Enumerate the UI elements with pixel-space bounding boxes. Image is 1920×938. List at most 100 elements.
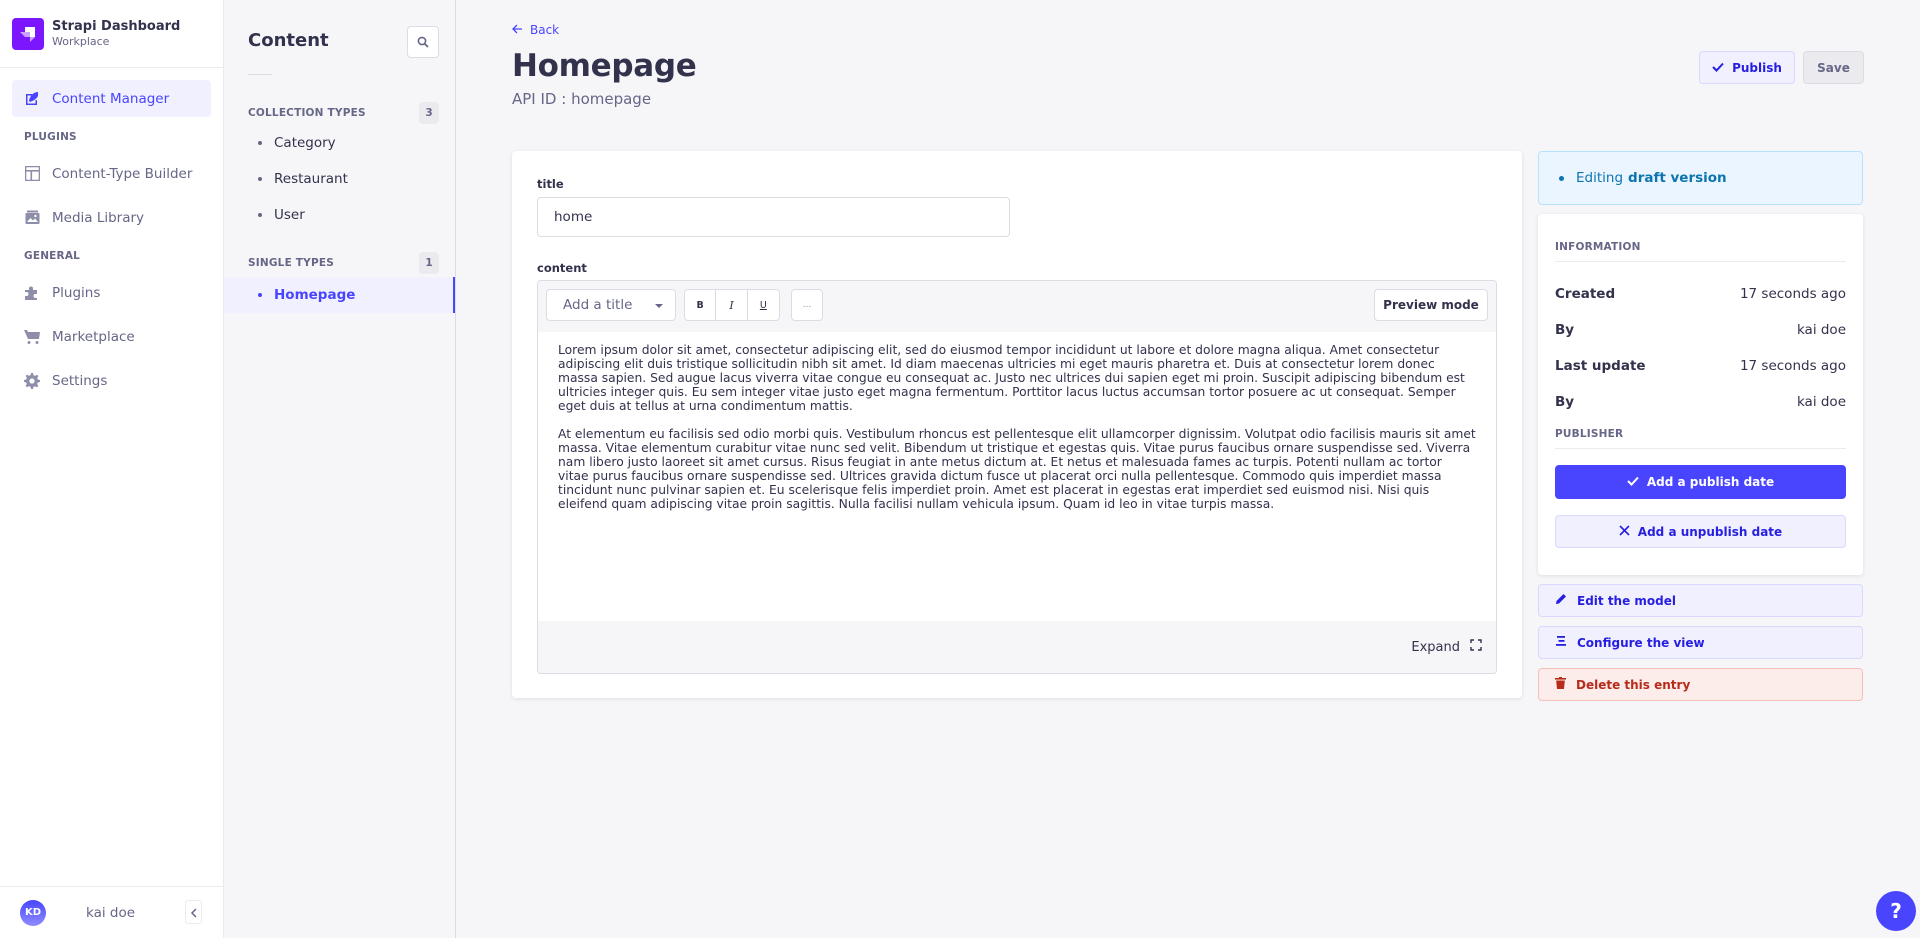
editor-textarea[interactable]: Lorem ipsum dolor sit amet, consectetur … — [538, 332, 1496, 621]
bullet-icon — [258, 141, 262, 145]
more-formats-button[interactable]: ... — [791, 289, 823, 321]
puzzle-icon — [24, 285, 40, 301]
feather-icon — [24, 91, 40, 107]
collection-types-count: 3 — [419, 102, 439, 124]
information-card: INFORMATION Created 17 seconds ago By kai … — [1538, 214, 1863, 575]
api-id: API ID : homepage — [512, 90, 652, 108]
collection-types-header[interactable]: COLLECTION TYPES 3 — [224, 101, 455, 125]
nav-section-plugins: PLUGINS — [24, 131, 77, 143]
editor-paragraph: At elementum eu facilisis sed odio morbi… — [558, 427, 1476, 511]
nav-item-label: Settings — [52, 372, 108, 389]
save-button[interactable]: Save — [1803, 51, 1864, 84]
pencil-icon — [1555, 593, 1577, 608]
info-value: 17 seconds ago — [1739, 286, 1846, 302]
title-field-label: title — [537, 177, 564, 191]
expand-button[interactable]: Expand — [1411, 639, 1482, 655]
nav-item-label: Content-Type Builder — [52, 165, 193, 182]
nav-item-settings[interactable]: Settings — [12, 362, 211, 399]
subnav-item-label: Category — [274, 135, 336, 151]
nav-item-plugins[interactable]: Plugins — [12, 274, 211, 311]
content-field-label: content — [537, 261, 587, 275]
subnav-item-restaurant[interactable]: Restaurant — [224, 161, 455, 197]
nav-item-content-type-builder[interactable]: Content-Type Builder — [12, 155, 211, 192]
bullet-icon — [258, 213, 262, 217]
edit-model-link[interactable]: Edit the model — [1538, 584, 1863, 617]
nav-item-label: Content Manager — [52, 90, 170, 107]
publisher-heading: PUBLISHER — [1555, 428, 1846, 449]
subnav-divider — [248, 74, 272, 75]
draft-prefix: Editing — [1576, 170, 1624, 186]
edit-form-card: title content Add a title B I U ... Prev… — [512, 151, 1522, 698]
subnav-item-label: Homepage — [274, 287, 356, 303]
more-icon: ... — [802, 300, 812, 310]
single-types-header[interactable]: SINGLE TYPES 1 — [224, 251, 455, 275]
user-footer: KD kai doe — [0, 886, 223, 938]
workspace-name: Workplace — [52, 34, 110, 48]
publish-label: Publish — [1732, 60, 1782, 75]
heading-select-placeholder: Add a title — [563, 297, 633, 313]
strapi-logo-icon — [12, 17, 44, 50]
nav-item-label: Plugins — [52, 284, 101, 301]
back-link[interactable]: Back — [512, 23, 559, 37]
delete-entry-label: Delete this entry — [1576, 677, 1691, 692]
info-row-created-by: By kai doe — [1555, 312, 1846, 348]
subnav-item-category[interactable]: Category — [224, 125, 455, 161]
info-row-updated-by: By kai doe — [1555, 384, 1846, 420]
search-button[interactable] — [407, 26, 439, 58]
nav-item-label: Media Library — [52, 209, 145, 226]
caret-down-icon — [655, 304, 663, 308]
search-icon — [417, 33, 429, 52]
nav-section-general: GENERAL — [24, 250, 81, 262]
info-key: Created — [1555, 286, 1616, 302]
subnav-title: Content — [248, 29, 329, 51]
avatar[interactable]: KD — [20, 899, 46, 926]
underline-button[interactable]: U — [748, 290, 779, 320]
edit-model-label: Edit the model — [1577, 593, 1676, 608]
gear-icon — [24, 372, 40, 389]
help-button[interactable]: ? — [1876, 891, 1916, 931]
italic-button[interactable]: I — [716, 290, 748, 320]
nav-item-marketplace[interactable]: Marketplace — [12, 318, 211, 355]
draft-status: draft version — [1628, 170, 1727, 186]
bullet-icon — [1559, 175, 1564, 181]
title-input[interactable] — [537, 197, 1010, 237]
nav-item-label: Marketplace — [52, 328, 135, 345]
delete-entry-button[interactable]: Delete this entry — [1538, 668, 1863, 701]
user-name[interactable]: kai doe — [86, 905, 135, 921]
nav-item-content-manager[interactable]: Content Manager — [12, 80, 211, 117]
expand-icon — [1460, 639, 1482, 655]
info-value: 17 seconds ago — [1739, 358, 1846, 374]
layout-icon — [24, 166, 40, 182]
publish-button[interactable]: Publish — [1699, 51, 1795, 84]
subnav-item-homepage[interactable]: Homepage — [224, 277, 455, 313]
info-key: Last update — [1555, 358, 1646, 374]
check-icon — [1627, 475, 1647, 489]
bold-button[interactable]: B — [685, 290, 717, 320]
close-icon — [1619, 524, 1638, 539]
configure-view-link[interactable]: Configure the view — [1538, 626, 1863, 659]
subnav-item-user[interactable]: User — [224, 197, 455, 233]
editor-footer: Expand — [538, 621, 1496, 673]
info-row-created: Created 17 seconds ago — [1555, 276, 1846, 312]
add-unpublish-date-button[interactable]: Add a unpublish date — [1555, 515, 1846, 548]
configure-view-label: Configure the view — [1577, 635, 1705, 650]
cart-icon — [24, 329, 40, 345]
collection-types-label: COLLECTION TYPES — [248, 107, 366, 119]
trash-icon — [1555, 677, 1576, 692]
single-types-label: SINGLE TYPES — [248, 257, 334, 269]
chevron-left-icon — [190, 903, 198, 922]
info-value: kai doe — [1796, 394, 1846, 410]
add-publish-date-button[interactable]: Add a publish date — [1555, 465, 1846, 499]
editor-toolbar: Add a title B I U ... Preview mode — [538, 281, 1496, 332]
info-key: By — [1555, 322, 1575, 338]
markdown-editor: Add a title B I U ... Preview mode Lorem… — [537, 280, 1497, 674]
draft-status-banner: Editing draft version — [1538, 151, 1863, 205]
add-unpublish-date-label: Add a unpublish date — [1637, 524, 1783, 539]
collapse-nav-button[interactable] — [185, 900, 202, 924]
preview-mode-button[interactable]: Preview mode — [1374, 289, 1488, 321]
image-icon — [24, 210, 40, 226]
bullet-icon — [258, 293, 262, 297]
nav-item-media-library[interactable]: Media Library — [12, 199, 211, 236]
back-label: Back — [530, 23, 560, 37]
heading-select[interactable]: Add a title — [546, 289, 676, 321]
